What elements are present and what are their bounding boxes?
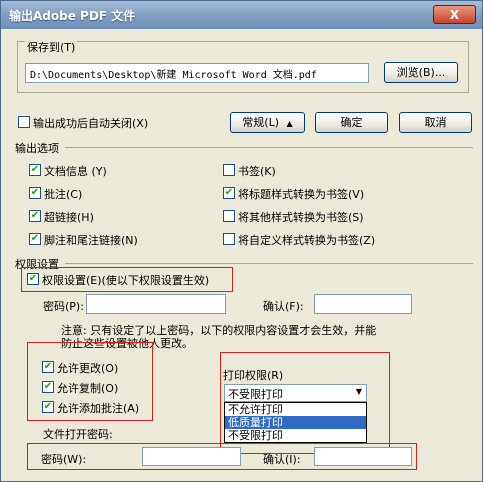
open-confirm-label: 确认(I): [263, 453, 301, 466]
print-permission-selected: 不受限打印 [228, 388, 283, 401]
print-option-none[interactable]: 不允许打印 [225, 403, 366, 416]
open-password-input[interactable] [142, 447, 241, 466]
allow-copy-label: 允许复制(O) [57, 382, 119, 395]
permissions-enable-checkbox[interactable]: ✔ [27, 273, 39, 285]
footnote-links-checkbox[interactable]: ✔ [29, 233, 41, 245]
permission-confirm-label: 确认(F): [263, 300, 304, 313]
print-option-low-quality[interactable]: 低质量打印 [225, 416, 366, 429]
general-button-label: 常规(L) [242, 116, 280, 129]
window-title: 输出Adobe PDF 文件 [9, 9, 136, 23]
permissions-enable-label: 权限设置(E)(使以下权限设置生效) [42, 274, 210, 287]
auto-close-label: 输出成功后自动关闭(X) [33, 117, 149, 130]
footnote-links-label: 脚注和尾注链接(N) [44, 234, 138, 247]
auto-close-checkbox[interactable] [18, 116, 30, 128]
bookmarks-checkbox[interactable] [223, 164, 235, 176]
ok-button[interactable]: 确定 [315, 112, 388, 133]
allow-change-checkbox[interactable]: ✔ [42, 361, 54, 373]
allow-comments-checkbox[interactable]: ✔ [42, 401, 54, 413]
allow-comments-label: 允许添加批注(A) [57, 402, 140, 415]
output-options-heading: 输出选项 [15, 142, 59, 155]
open-password-label: 密码(W): [41, 453, 87, 466]
print-permission-select[interactable]: 不受限打印 ▼ [224, 384, 367, 402]
other-styles-checkbox[interactable] [223, 210, 235, 222]
custom-styles-label: 将自定义样式转换为书签(Z) [238, 234, 376, 247]
comments-label: 批注(C) [44, 188, 83, 201]
allow-copy-checkbox[interactable]: ✔ [42, 381, 54, 393]
allow-change-label: 允许更改(O) [57, 362, 119, 375]
cancel-button[interactable]: 取消 [399, 112, 472, 133]
comments-checkbox[interactable]: ✔ [29, 187, 41, 199]
save-path-field[interactable]: D:\Documents\Desktop\新建 Microsoft Word 文… [25, 63, 369, 83]
print-permission-listbox: 不允许打印 低质量打印 不受限打印 [224, 402, 367, 443]
permission-password-input[interactable] [86, 294, 226, 314]
permission-confirm-input[interactable] [314, 294, 412, 314]
print-permission-label: 打印权限(R) [223, 369, 284, 382]
hyperlinks-label: 超链接(H) [44, 211, 94, 224]
dropdown-arrow-icon[interactable]: ▼ [356, 387, 362, 396]
open-password-heading: 文件打开密码: [43, 428, 113, 441]
browse-button[interactable]: 浏览(B)... [384, 62, 458, 83]
save-to-label: 保存到(T) [25, 39, 78, 55]
hyperlinks-checkbox[interactable]: ✔ [29, 210, 41, 222]
title-bar: 输出Adobe PDF 文件 X [1, 1, 482, 29]
permission-password-label: 密码(P): [43, 300, 84, 313]
general-button[interactable]: 常规(L) ▲ [230, 112, 305, 133]
other-styles-label: 将其他样式转换为书签(S) [238, 211, 364, 224]
pdf-export-dialog: 输出Adobe PDF 文件 X 保存到(T) D:\Documents\Des… [0, 0, 483, 482]
doc-info-label: 文档信息 (Y) [44, 165, 107, 178]
doc-info-checkbox[interactable]: ✔ [29, 164, 41, 176]
custom-styles-checkbox[interactable] [223, 233, 235, 245]
heading-to-bookmark-label: 将标题样式转换为书签(V) [238, 188, 365, 201]
open-confirm-input[interactable] [314, 447, 412, 466]
print-option-unlimited[interactable]: 不受限打印 [225, 429, 366, 442]
bookmarks-label: 书签(K) [238, 165, 276, 178]
chevron-up-icon: ▲ [286, 119, 293, 128]
heading-to-bookmark-checkbox[interactable]: ✔ [223, 187, 235, 199]
permissions-divider [65, 263, 473, 264]
output-options-divider [65, 147, 473, 148]
close-button[interactable]: X [433, 5, 476, 24]
